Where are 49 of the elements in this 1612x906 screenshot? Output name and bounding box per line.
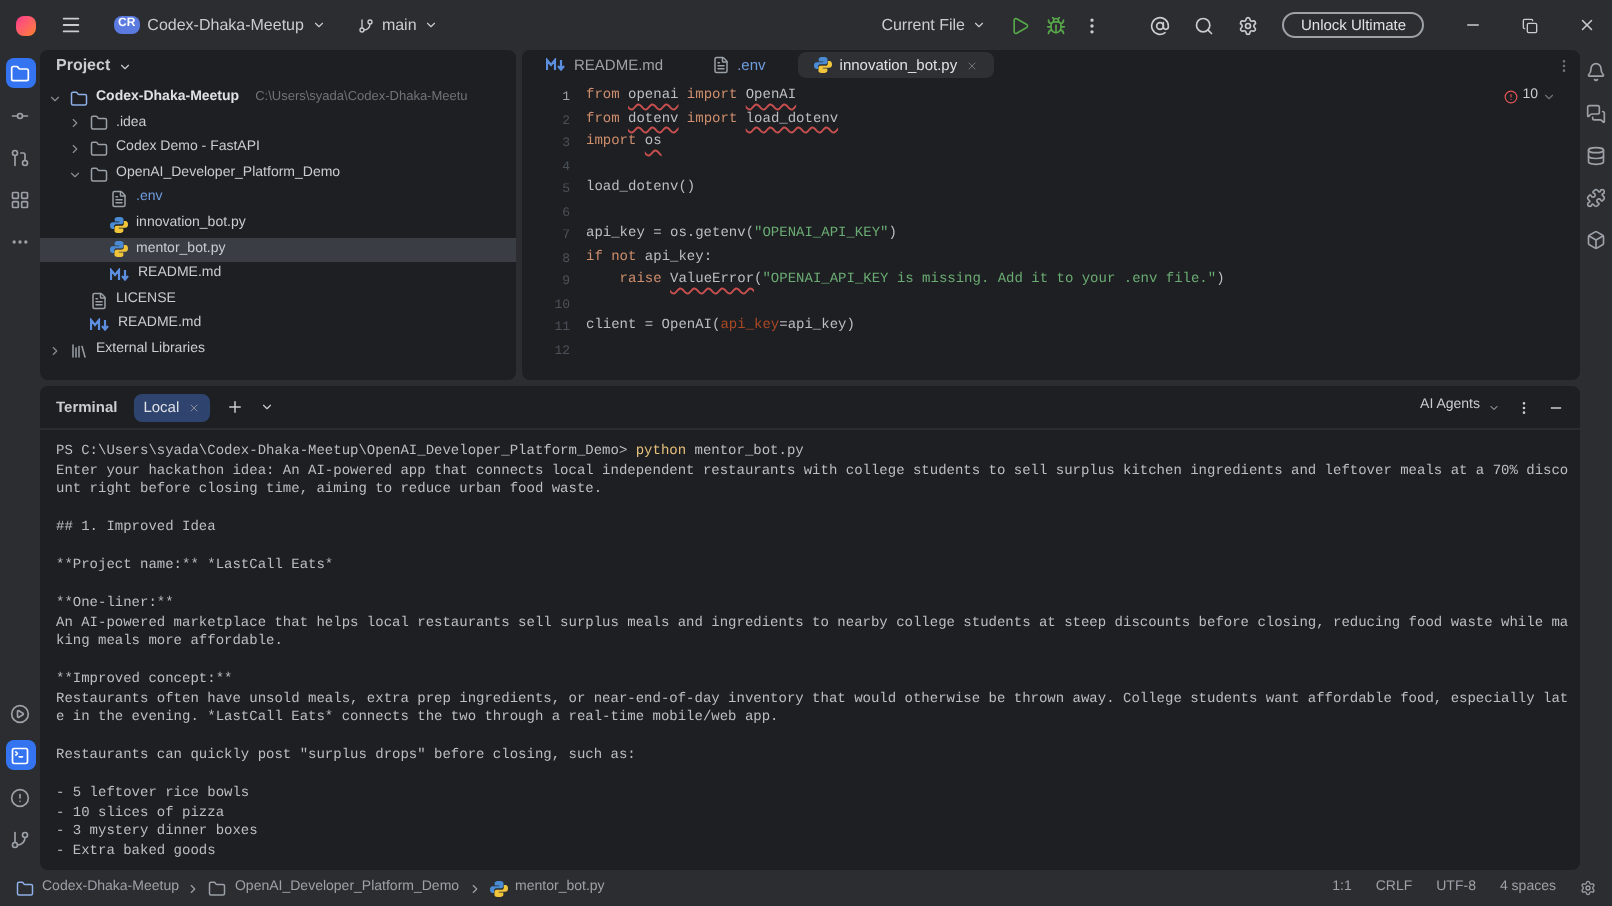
dropdown-icon [972,18,987,32]
separator-icon [186,881,201,895]
settings-icon[interactable] [1580,880,1596,896]
folder-icon [90,114,108,133]
dropdown-icon[interactable] [259,400,274,414]
terminal-icon[interactable] [5,740,35,770]
dropdown-icon [1542,89,1556,104]
close-tab-icon[interactable] [965,59,978,71]
error-icon [1504,89,1519,104]
markdown-icon [110,267,130,282]
branch-selector[interactable]: main [357,13,439,37]
library-icon [70,341,88,360]
python-file-icon [489,879,508,897]
env-file-icon [711,56,730,74]
restore-icon[interactable] [1522,17,1538,33]
search-icon[interactable] [1194,15,1215,35]
python-file-icon [110,215,128,234]
markdown-icon [90,318,110,333]
close-icon[interactable] [1578,16,1596,34]
app-logo-icon [16,15,36,35]
python-file-icon [110,240,128,259]
run-icon[interactable] [1010,15,1031,35]
folder-icon [90,139,108,158]
folder-icon [208,879,227,897]
branch-icon [357,17,374,33]
module-folder-icon [70,89,88,108]
env-file-icon [110,190,128,209]
folder-icon [90,165,108,184]
debug-icon[interactable] [1046,15,1067,35]
dropdown-icon [424,18,439,32]
branch-name: main [381,13,417,37]
separator-icon [467,881,482,895]
ai-assistant-icon[interactable] [1150,15,1171,35]
settings-icon[interactable] [1238,15,1259,35]
new-tab-icon[interactable] [225,398,244,416]
run-config-selector[interactable]: Current File [881,13,987,37]
project-name: Codex-Dhaka-Meetup [147,13,304,37]
python-file-icon [813,56,832,74]
dropdown-icon [1488,401,1500,413]
dropdown-icon [311,18,326,32]
module-folder-icon [16,879,34,897]
text-file-icon [90,291,108,310]
panel-title: Project [56,54,111,78]
close-tab-icon[interactable] [187,401,200,413]
dropdown-icon [118,59,133,73]
menu-icon[interactable] [60,14,82,36]
folder-icon[interactable] [5,58,35,88]
run-config-label: Current File [881,13,965,37]
markdown-icon [546,58,566,72]
